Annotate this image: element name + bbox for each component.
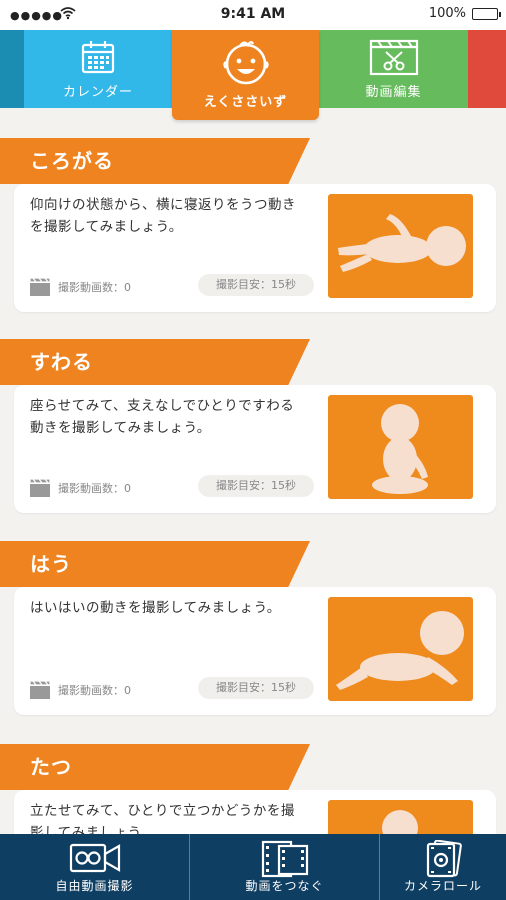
exercise-card[interactable]: 仰向けの状態から、横に寝返りをうつ動きを撮影してみましょう。 撮影動画数：0 撮… (14, 184, 496, 312)
join-videos-label: 動画をつなぐ (245, 879, 324, 893)
battery-icon (472, 8, 501, 20)
recording-guide-badge: 撮影目安：15秒 (198, 475, 314, 497)
status-bar: ●●●●● 9:41 AM 100% (0, 0, 506, 30)
exercise-card[interactable]: 座らせてみて、支えなしでひとりですわる動きを撮影してみましょう。 撮影動画数：0… (14, 385, 496, 513)
exercise-description: はいはいの動きを撮影してみましょう。 (30, 600, 281, 616)
bottom-navigation: 自由動画撮影 動画をつなぐ カメラロール (0, 834, 506, 900)
camera-roll-label: カメラロール (403, 879, 482, 893)
calendar-icon (79, 38, 117, 80)
exercise-card[interactable]: はいはいの動きを撮影してみましょう。 撮影動画数：0 撮影目安：15秒 (14, 587, 496, 715)
exercise-thumbnail (328, 597, 473, 701)
exercise-thumbnail (328, 800, 473, 834)
section-title: たつ (30, 755, 72, 779)
tab-video-edit-label: 動画編集 (365, 85, 422, 100)
film-strip-icon (261, 840, 309, 882)
exercise-thumbnail (328, 194, 473, 298)
exercise-description: 立たせてみて、ひとりで立つかどうかを撮影してみましょう。 (30, 803, 295, 834)
battery-percentage: 100% (428, 6, 466, 21)
video-count: 撮影動画数：0 (58, 281, 131, 294)
tab-video-edit[interactable]: 動画編集 (319, 30, 468, 108)
free-recording-button[interactable]: 自由動画撮影 (0, 834, 189, 900)
video-edit-icon (369, 38, 419, 80)
exercise-card[interactable]: 立たせてみて、ひとりで立つかどうかを撮影してみましょう。 (14, 790, 496, 834)
join-videos-button[interactable]: 動画をつなぐ (190, 834, 379, 900)
exercise-thumbnail (328, 395, 473, 499)
camera-roll-button[interactable]: カメラロール (380, 834, 506, 900)
tab-calendar-label: カレンダー (62, 85, 133, 100)
video-count: 撮影動画数：0 (58, 684, 131, 697)
video-camera-icon (69, 840, 121, 878)
free-recording-label: 自由動画撮影 (55, 879, 134, 893)
clapperboard-icon (29, 680, 51, 703)
clapperboard-icon (29, 277, 51, 300)
recording-guide-badge: 撮影目安：15秒 (198, 274, 314, 296)
recording-guide-badge: 撮影目安：15秒 (198, 677, 314, 699)
baby-face-icon (220, 38, 272, 90)
top-tab-bar: カレンダー えくささいず 動画編集 (0, 30, 506, 120)
tab-exercise-label: えくささいず (203, 95, 288, 110)
section-title: すわる (30, 350, 93, 374)
exercise-list[interactable]: ころがる 仰向けの状態から、横に寝返りをうつ動きを撮影してみましょう。 撮影動画… (0, 108, 506, 834)
exercise-description: 仰向けの状態から、横に寝返りをうつ動きを撮影してみましょう。 (30, 197, 296, 235)
exercise-description: 座らせてみて、支えなしでひとりですわる動きを撮影してみましょう。 (30, 398, 295, 436)
tab-strip-right (468, 30, 506, 108)
tab-strip-left (0, 30, 24, 108)
video-count: 撮影動画数：0 (58, 482, 131, 495)
tab-exercise[interactable]: えくささいず (172, 30, 319, 120)
clapperboard-icon (29, 478, 51, 501)
camera-roll-icon (424, 839, 462, 882)
tab-calendar[interactable]: カレンダー (24, 30, 172, 108)
section-title: はう (30, 552, 72, 576)
section-title: ころがる (30, 149, 114, 173)
